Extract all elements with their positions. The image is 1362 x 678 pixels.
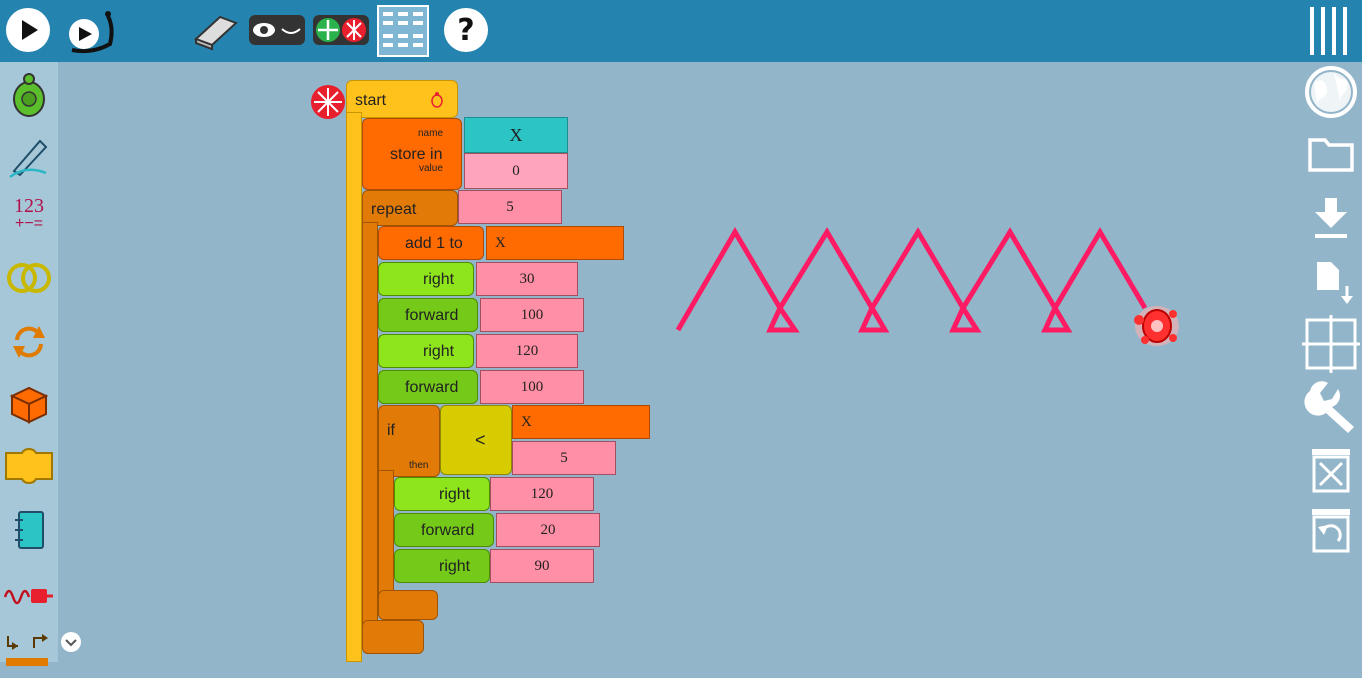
if-label: if [387, 422, 395, 439]
start-block[interactable]: start [346, 80, 458, 118]
forward-label-2: forward [405, 379, 459, 396]
store-name-label: name [418, 128, 444, 139]
forward-value-arg-2[interactable]: 100 [480, 370, 584, 404]
repeat-block-foot [362, 620, 424, 654]
forward-value-arg-1[interactable]: 100 [480, 298, 584, 332]
repeat-block[interactable]: repeat [362, 190, 458, 226]
forward-block-3[interactable]: forward [394, 513, 494, 547]
add-one-label: add 1 to [405, 235, 463, 252]
forward-label-3: forward [421, 522, 475, 539]
right-label-2: right [423, 343, 455, 360]
start-label: start [355, 92, 387, 109]
turtle-small-icon [429, 91, 445, 114]
right-block-2[interactable]: right [378, 334, 474, 368]
right-label-4: right [439, 558, 471, 575]
store-in-block[interactable]: name store in value [362, 118, 462, 190]
right-value-arg-1[interactable]: 30 [476, 262, 578, 296]
store-value-label: value [419, 163, 443, 174]
add-one-block[interactable]: add 1 to [378, 226, 484, 260]
right-value-arg-4[interactable]: 90 [490, 549, 594, 583]
right-label-3: right [439, 486, 471, 503]
repeat-count-arg[interactable]: 5 [458, 190, 562, 224]
add-one-target-arg[interactable]: X [486, 226, 624, 260]
turtle-sprite[interactable] [1134, 306, 1179, 346]
if-block[interactable]: if then [378, 405, 440, 477]
less-than-label: < [475, 430, 486, 450]
forward-label-1: forward [405, 307, 459, 324]
turtle-canvas[interactable] [0, 0, 1362, 662]
right-label-1: right [423, 271, 455, 288]
forward-block-1[interactable]: forward [378, 298, 478, 332]
right-block-1[interactable]: right [378, 262, 474, 296]
start-block-spine [346, 112, 362, 662]
less-than-right-arg[interactable]: 5 [512, 441, 616, 475]
collapse-start-button[interactable] [310, 84, 346, 120]
pen-trail [675, 227, 1148, 333]
forward-value-arg-3[interactable]: 20 [496, 513, 600, 547]
repeat-block-spine [362, 222, 378, 642]
forward-block-2[interactable]: forward [378, 370, 478, 404]
collapse-icon [311, 85, 345, 119]
right-value-arg-2[interactable]: 120 [476, 334, 578, 368]
store-name-arg[interactable]: X [464, 117, 568, 153]
right-value-arg-3[interactable]: 120 [490, 477, 594, 511]
if-block-foot [378, 590, 438, 620]
then-label: then [409, 460, 429, 471]
store-value-arg[interactable]: 0 [464, 153, 568, 189]
store-in-label: store in [390, 146, 443, 163]
repeat-label: repeat [371, 201, 417, 218]
if-block-spine [378, 470, 394, 610]
less-than-left-arg[interactable]: X [512, 405, 650, 439]
right-block-4[interactable]: right [394, 549, 490, 583]
less-than-block[interactable]: < [440, 405, 512, 475]
right-block-3[interactable]: right [394, 477, 490, 511]
